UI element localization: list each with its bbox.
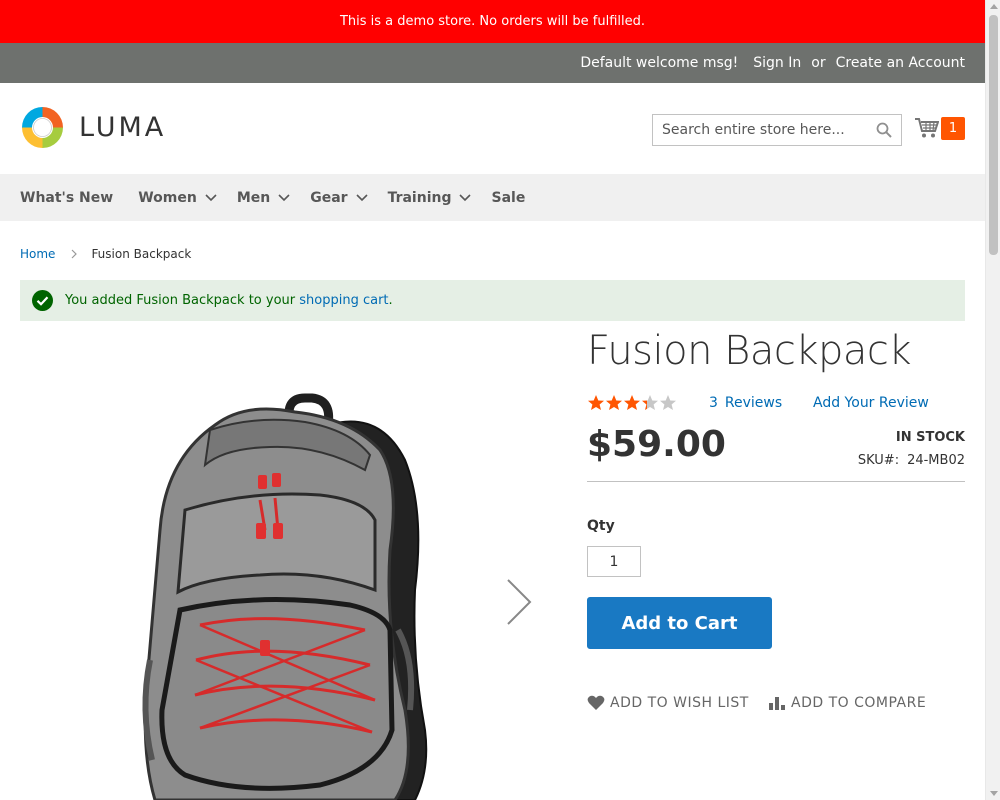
nav-item-label: Gear bbox=[310, 189, 348, 206]
message-text: You added Fusion Backpack to your shoppi… bbox=[65, 293, 393, 308]
product-price: $59.00 bbox=[587, 424, 726, 465]
welcome-message: Default welcome msg! bbox=[580, 55, 739, 71]
product-sku: SKU#: 24-MB02 bbox=[858, 453, 965, 468]
logo-text: LUMA bbox=[79, 112, 167, 143]
success-message: You added Fusion Backpack to your shoppi… bbox=[20, 280, 965, 321]
nav-item-label: What's New bbox=[20, 189, 114, 206]
stock-status: IN STOCK bbox=[895, 430, 965, 445]
nav-item-whats-new[interactable]: What's New bbox=[20, 190, 113, 206]
nav-item-label: Men bbox=[236, 189, 271, 206]
divider bbox=[587, 481, 965, 482]
product-title: Fusion Backpack bbox=[587, 328, 912, 374]
chevron-down-icon bbox=[355, 193, 368, 201]
star-half-icon bbox=[642, 395, 658, 410]
reviews-label: Reviews bbox=[724, 395, 783, 411]
chevron-down-icon bbox=[459, 193, 472, 201]
nav-item-label: Sale bbox=[491, 189, 526, 206]
product-rating bbox=[587, 394, 677, 412]
scroll-up-arrow-icon[interactable] bbox=[990, 4, 998, 9]
chevron-down-icon bbox=[205, 193, 217, 201]
star-empty-icon bbox=[660, 395, 676, 410]
main-navigation: What's New Women Men Gear Training Sale bbox=[0, 174, 985, 221]
add-to-compare-link[interactable]: ADD TO COMPARE bbox=[768, 695, 926, 711]
or-text: or bbox=[811, 55, 826, 71]
heart-icon bbox=[587, 695, 605, 710]
sku-value: 24-MB02 bbox=[907, 453, 965, 468]
breadcrumb-home-link[interactable]: Home bbox=[20, 247, 55, 261]
product-image[interactable] bbox=[20, 330, 555, 800]
scrollbar-thumb[interactable] bbox=[989, 15, 998, 255]
success-check-icon bbox=[32, 290, 53, 311]
breadcrumb: Home Fusion Backpack bbox=[20, 247, 191, 261]
nav-item-label: Training bbox=[387, 189, 452, 206]
add-review-link[interactable]: Add Your Review bbox=[813, 395, 929, 411]
message-suffix: . bbox=[388, 293, 393, 308]
search-box bbox=[652, 114, 902, 146]
star-filled-icon bbox=[624, 395, 640, 410]
header-panel: Default welcome msg! Sign In or Create a… bbox=[0, 43, 985, 83]
reviews-link[interactable]: 3 Reviews bbox=[709, 395, 782, 411]
nav-item-label: Women bbox=[138, 189, 197, 206]
star-filled-icon bbox=[588, 395, 604, 410]
compare-label: ADD TO COMPARE bbox=[791, 695, 927, 711]
chevron-right-icon bbox=[72, 249, 78, 259]
nav-item-women[interactable]: Women bbox=[138, 190, 217, 206]
compare-chart-icon bbox=[769, 697, 785, 710]
chevron-down-icon bbox=[278, 193, 290, 201]
scroll-down-arrow-icon[interactable] bbox=[990, 791, 998, 796]
reviews-count: 3 bbox=[709, 395, 718, 411]
qty-input[interactable] bbox=[587, 546, 641, 577]
shopping-cart-icon[interactable] bbox=[915, 117, 939, 139]
nav-item-men[interactable]: Men bbox=[237, 190, 290, 206]
luma-logo-icon bbox=[22, 107, 63, 148]
cart-count-badge[interactable]: 1 bbox=[941, 117, 965, 140]
nav-item-sale[interactable]: Sale bbox=[491, 190, 525, 206]
demo-banner-text: This is a demo store. No orders will be … bbox=[339, 14, 646, 29]
breadcrumb-current: Fusion Backpack bbox=[91, 247, 192, 261]
wishlist-label: ADD TO WISH LIST bbox=[610, 695, 749, 711]
qty-label: Qty bbox=[587, 518, 615, 534]
demo-store-banner: This is a demo store. No orders will be … bbox=[0, 0, 985, 43]
sku-label: SKU#: bbox=[857, 453, 900, 468]
gallery-next-arrow-icon[interactable] bbox=[504, 578, 534, 626]
add-to-cart-button[interactable]: Add to Cart bbox=[587, 597, 772, 649]
search-input[interactable] bbox=[662, 122, 867, 138]
nav-item-training[interactable]: Training bbox=[388, 190, 472, 206]
shopping-cart-link[interactable]: shopping cart bbox=[299, 293, 388, 308]
search-icon[interactable] bbox=[876, 122, 892, 138]
message-prefix: You added Fusion Backpack to your bbox=[65, 293, 300, 308]
create-account-link[interactable]: Create an Account bbox=[836, 55, 965, 71]
sign-in-link[interactable]: Sign In bbox=[753, 55, 801, 71]
add-to-wishlist-link[interactable]: ADD TO WISH LIST bbox=[587, 695, 749, 711]
page-scrollbar[interactable] bbox=[985, 0, 1000, 800]
store-logo[interactable]: LUMA bbox=[20, 105, 166, 150]
nav-item-gear[interactable]: Gear bbox=[310, 189, 368, 206]
star-filled-icon bbox=[606, 395, 622, 410]
